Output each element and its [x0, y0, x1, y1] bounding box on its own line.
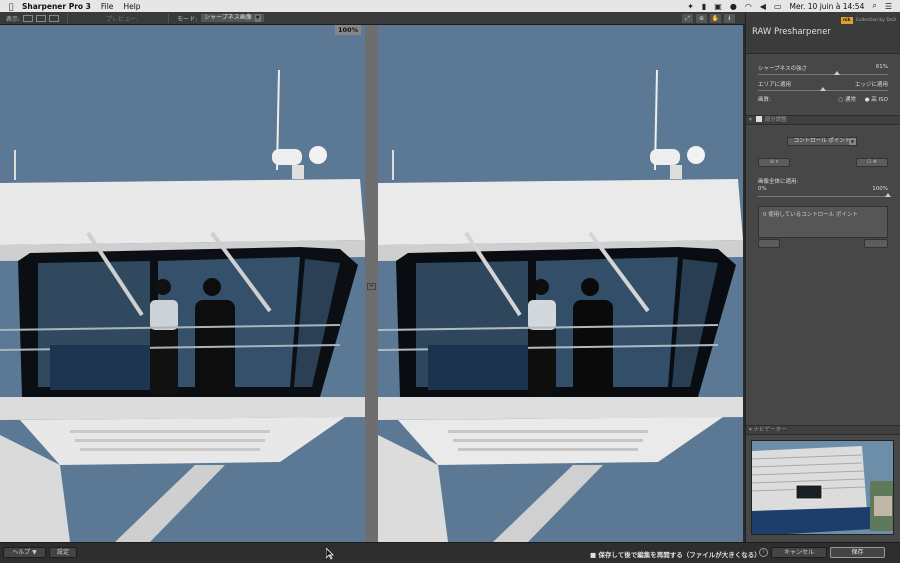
- area-label: エリアに適用: [758, 82, 792, 88]
- apply-whole-slider[interactable]: [758, 193, 891, 197]
- save-for-later-option[interactable]: ■ 保存して後で編集を再開する（ファイルが大きくなる）: [590, 549, 761, 559]
- view-tools: ⤢ ⊕ ✋ ℹ: [682, 13, 745, 23]
- control-point-count: 0 使用しているコントロール ポイント: [763, 212, 858, 218]
- brand-text: Collection by DxO: [855, 18, 896, 23]
- view-split-icon[interactable]: [36, 14, 47, 22]
- save-note-label: 保存して後で編集を再開する（ファイルが大きくなる）: [598, 551, 761, 559]
- help-button[interactable]: ヘルプ ▼: [3, 547, 46, 558]
- battery-icon[interactable]: ▭: [774, 2, 782, 11]
- nik-logo: nik: [840, 17, 853, 24]
- edge-label: エッジに適用: [854, 82, 888, 88]
- menu-list-icon[interactable]: ☰: [885, 2, 892, 11]
- quality-high-iso-label: 高 ISO: [871, 97, 888, 103]
- preview-label: プレビュー:: [106, 15, 139, 23]
- area-edge-slider-thumb[interactable]: [820, 87, 826, 91]
- range-row: 0% 100%: [758, 186, 888, 192]
- settings-button[interactable]: 設定: [49, 547, 77, 558]
- volume-icon[interactable]: ◀: [760, 2, 766, 11]
- zoom-indicator[interactable]: 100%: [335, 25, 362, 35]
- collapse-icon[interactable]: ▾: [749, 427, 752, 433]
- navigator-label: ナビゲーター: [753, 427, 787, 433]
- mode-label: モード:: [177, 15, 198, 23]
- sharpness-slider-thumb[interactable]: [834, 71, 841, 75]
- brand: nik Collection by DxO: [840, 17, 896, 24]
- toolbar-divider: [168, 13, 170, 23]
- remove-control-point-button[interactable]: [758, 239, 780, 248]
- app-menu[interactable]: Sharpener Pro 3: [22, 2, 91, 11]
- area-edge-slider[interactable]: [758, 87, 888, 91]
- quality-normal-radio[interactable]: ○ 通常: [838, 95, 856, 103]
- range-min: 0%: [758, 186, 767, 192]
- mode-select[interactable]: シャープネス画像 ▼: [201, 14, 264, 22]
- partial-adjust-header[interactable]: ▾ 部分調整: [746, 115, 900, 125]
- navigator-image: [752, 441, 893, 534]
- info-icon[interactable]: i: [759, 548, 768, 557]
- view-label: 表示:: [6, 15, 21, 23]
- save-button[interactable]: 保存: [830, 547, 885, 558]
- wifi-icon[interactable]: ◠: [745, 2, 752, 11]
- settings-panel: nik Collection by DxO RAW Presharpener シ…: [745, 12, 900, 542]
- apple-icon[interactable]: : [0, 2, 22, 11]
- partial-adjust-label: 部分調整: [764, 117, 787, 123]
- ship-bridge-image-sharpened: [378, 25, 743, 542]
- sharpness-row: シャープネスの強さ 61%: [758, 64, 888, 72]
- clock[interactable]: Mer. 10 juin à 14:54: [790, 2, 865, 11]
- sharpness-slider[interactable]: [758, 71, 888, 75]
- control-point-dropdown[interactable]: コントロール ポイント ▼: [787, 137, 857, 146]
- info-icon[interactable]: ℹ: [724, 13, 735, 23]
- quality-normal-label: 通常: [844, 97, 856, 103]
- mode-value: シャープネス画像: [204, 14, 252, 21]
- cancel-button[interactable]: キャンセル: [771, 547, 827, 558]
- ship-bridge-image: [0, 25, 365, 542]
- status-area: ✦ ▮ ▣ ● ◠ ◀ ▭ Mer. 10 juin à 14:54 ⌕ ☰: [687, 1, 900, 11]
- quality-high-iso-radio[interactable]: ● 高 ISO: [865, 95, 888, 103]
- divider-handle-icon[interactable]: ⇔: [367, 283, 376, 290]
- control-point-dropdown-label: コントロール ポイント: [793, 138, 851, 144]
- panel-header: nik Collection by DxO RAW Presharpener: [746, 12, 900, 54]
- dropbox-icon[interactable]: ✦: [687, 2, 694, 11]
- view-side-by-side-icon[interactable]: [49, 14, 60, 22]
- menu-bar:  Sharpener Pro 3 File Help ✦ ▮ ▣ ● ◠ ◀ …: [0, 0, 900, 12]
- apply-whole-slider-thumb[interactable]: [885, 193, 891, 197]
- apply-whole-label: 画像全体に適用:: [758, 179, 799, 185]
- preview-before[interactable]: [0, 25, 365, 542]
- zoom-fit-icon[interactable]: ⤢: [682, 13, 693, 23]
- user-icon[interactable]: ●: [730, 2, 737, 11]
- navigator-header[interactable]: ▾ ナビゲーター: [746, 425, 900, 435]
- toolbar: 表示: プレビュー: モード: シャープネス画像 ▼ ⤢ ⊕ ✋ ℹ: [0, 12, 745, 25]
- sharpness-value: 61%: [875, 64, 888, 70]
- chevron-down-icon: ▼: [849, 138, 856, 145]
- menu-help[interactable]: Help: [123, 2, 140, 11]
- toolbar-divider: [67, 13, 69, 23]
- menu-file[interactable]: File: [101, 2, 114, 11]
- search-icon[interactable]: ⌕: [872, 1, 876, 11]
- quality-label: 画質:: [758, 97, 771, 103]
- view-single-icon[interactable]: [23, 14, 34, 22]
- filter-title: RAW Presharpener: [752, 27, 831, 37]
- control-point-list[interactable]: 0 使用しているコントロール ポイント: [758, 206, 888, 238]
- hand-icon[interactable]: ✋: [710, 13, 721, 23]
- add-control-point-button[interactable]: ⊕ ▾: [758, 158, 790, 167]
- navigator-thumbnail[interactable]: [751, 440, 894, 535]
- control-point-tools-button[interactable]: ⊡ ✚: [856, 158, 888, 167]
- flag-icon[interactable]: ▮: [702, 2, 706, 11]
- duplicate-control-point-button[interactable]: [864, 239, 888, 248]
- preview-after[interactable]: [378, 25, 743, 542]
- chevron-down-icon: ▼: [254, 14, 261, 22]
- range-max: 100%: [872, 186, 888, 192]
- bottom-bar: ヘルプ ▼ 設定 ■ 保存して後で編集を再開する（ファイルが大きくなる） i キ…: [0, 542, 900, 563]
- mouse-cursor-icon: [326, 548, 334, 560]
- quality-row: 画質: ○ 通常 ● 高 ISO: [758, 95, 888, 103]
- collapse-icon[interactable]: ▾: [749, 117, 752, 123]
- sharpness-label: シャープネスの強さ: [758, 66, 808, 72]
- display-icon[interactable]: ▣: [714, 2, 722, 11]
- enable-checkbox[interactable]: [755, 115, 762, 122]
- zoom-icon[interactable]: ⊕: [696, 13, 707, 23]
- split-divider[interactable]: ⇔: [365, 25, 378, 542]
